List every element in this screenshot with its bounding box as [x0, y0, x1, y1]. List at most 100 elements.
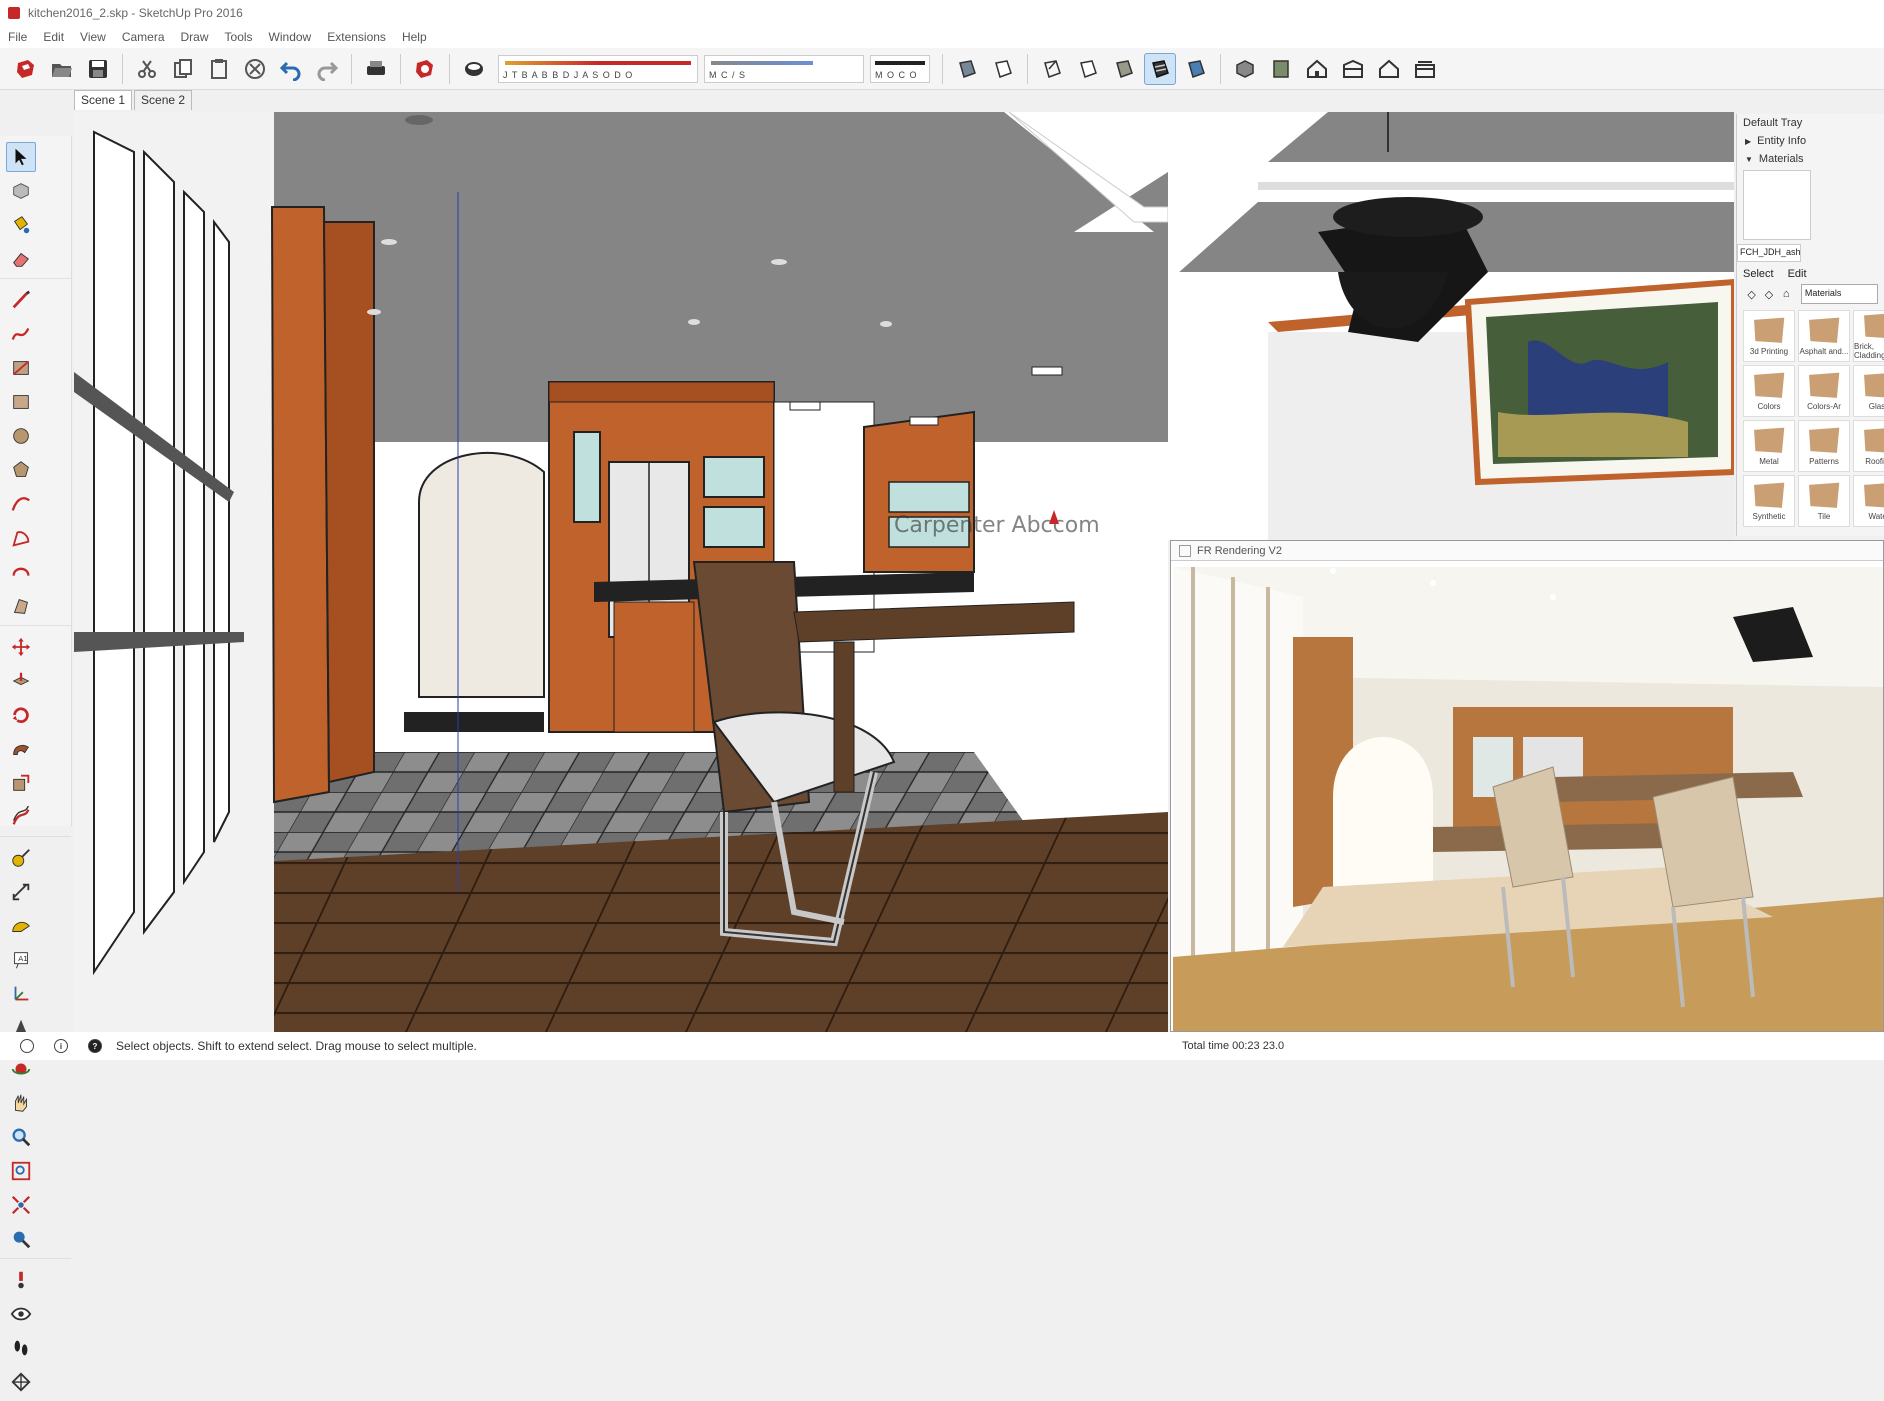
- front-icon[interactable]: [1301, 53, 1333, 85]
- two-point-arc-icon[interactable]: [6, 557, 36, 587]
- wireframe-icon[interactable]: [1036, 53, 1068, 85]
- three-point-arc-icon[interactable]: [6, 591, 36, 621]
- tab-scene-1[interactable]: Scene 1: [74, 90, 133, 110]
- circle-tool-icon[interactable]: [6, 421, 36, 451]
- menu-camera[interactable]: Camera: [114, 30, 173, 44]
- position-camera-icon[interactable]: [6, 1265, 36, 1295]
- menu-extensions[interactable]: Extensions: [319, 30, 394, 44]
- zoom-window-icon[interactable]: [6, 1156, 36, 1186]
- arc-tool-icon[interactable]: [6, 489, 36, 519]
- material-folder[interactable]: Metal: [1743, 420, 1795, 472]
- credits-icon[interactable]: i: [54, 1039, 68, 1053]
- zoom-extents-icon[interactable]: [6, 1190, 36, 1220]
- scale-tool-icon[interactable]: [6, 768, 36, 798]
- open-icon[interactable]: [46, 53, 78, 85]
- zoom-tool-icon[interactable]: [6, 1122, 36, 1152]
- materials-icon[interactable]: [458, 53, 490, 85]
- pan-tool-icon[interactable]: [6, 1088, 36, 1118]
- material-folder[interactable]: Brick, Cladding...: [1853, 310, 1884, 362]
- follow-me-icon[interactable]: [6, 734, 36, 764]
- push-pull-icon[interactable]: [6, 666, 36, 696]
- su-logo-icon[interactable]: [10, 53, 42, 85]
- library-select[interactable]: Materials: [1800, 284, 1878, 304]
- protractor-icon[interactable]: [6, 911, 36, 941]
- back-edges-icon[interactable]: [987, 53, 1019, 85]
- geolocation-icon[interactable]: [20, 1039, 34, 1053]
- iso-icon[interactable]: [1229, 53, 1261, 85]
- forward-arrow-icon[interactable]: ◇: [1760, 285, 1777, 303]
- undo-icon[interactable]: [275, 53, 307, 85]
- text-tool-icon[interactable]: A1: [6, 945, 36, 975]
- rotate-tool-icon[interactable]: [6, 700, 36, 730]
- print-icon[interactable]: [360, 53, 392, 85]
- offset-tool-icon[interactable]: [6, 802, 36, 832]
- help-icon[interactable]: ?: [88, 1039, 102, 1053]
- rotated-rectangle-icon[interactable]: [6, 387, 36, 417]
- save-icon[interactable]: [82, 53, 114, 85]
- tray-section-entity-info[interactable]: ▶ Entity Info: [1737, 132, 1884, 150]
- material-name-field[interactable]: FCH_JDH_ash: [1737, 244, 1801, 262]
- select-tool-icon[interactable]: [6, 142, 36, 172]
- make-component-icon[interactable]: [6, 176, 36, 206]
- model-viewport[interactable]: Carpenter Abccom: [74, 112, 1168, 1032]
- shaded-textures-icon[interactable]: [1144, 52, 1176, 85]
- walk-tool-icon[interactable]: [6, 1333, 36, 1363]
- material-folder[interactable]: Roofing: [1853, 420, 1884, 472]
- hidden-line-icon[interactable]: [1072, 53, 1104, 85]
- menu-window[interactable]: Window: [261, 30, 320, 44]
- material-folder[interactable]: Water: [1853, 475, 1884, 527]
- paint-bucket-icon[interactable]: [6, 210, 36, 240]
- redo-icon[interactable]: [311, 53, 343, 85]
- material-folder[interactable]: Synthetic: [1743, 475, 1795, 527]
- tray-section-materials[interactable]: ▼ Materials: [1737, 150, 1884, 168]
- look-around-icon[interactable]: [6, 1299, 36, 1329]
- left-icon[interactable]: [1409, 53, 1441, 85]
- material-folder[interactable]: Glass: [1853, 365, 1884, 417]
- polygon-tool-icon[interactable]: [6, 455, 36, 485]
- axes-tool-icon[interactable]: [6, 979, 36, 1009]
- render-window-titlebar[interactable]: FR Rendering V2: [1171, 541, 1883, 561]
- top-icon[interactable]: [1265, 53, 1297, 85]
- section-plane-icon[interactable]: [6, 1367, 36, 1397]
- tape-measure-icon[interactable]: [6, 843, 36, 873]
- model-viewport-right[interactable]: [1168, 112, 1734, 540]
- cut-icon[interactable]: [131, 53, 163, 85]
- eraser-icon[interactable]: [6, 244, 36, 274]
- menu-file[interactable]: File: [0, 30, 35, 44]
- menu-draw[interactable]: Draw: [173, 30, 217, 44]
- monochrome-icon[interactable]: [1180, 53, 1212, 85]
- home-icon[interactable]: ⌂: [1778, 285, 1795, 303]
- paste-icon[interactable]: [203, 53, 235, 85]
- model-info-icon[interactable]: [409, 53, 441, 85]
- shaded-icon[interactable]: [1108, 53, 1140, 85]
- xray-icon[interactable]: [951, 53, 983, 85]
- previous-view-icon[interactable]: [6, 1224, 36, 1254]
- back-icon[interactable]: [1373, 53, 1405, 85]
- material-folder[interactable]: Asphalt and...: [1798, 310, 1850, 362]
- tab-scene-2[interactable]: Scene 2: [134, 90, 193, 110]
- rectangle-tool-icon[interactable]: [6, 353, 36, 383]
- material-folder[interactable]: Tile: [1798, 475, 1850, 527]
- style-swatch-1[interactable]: J T B A B B D J A S O D O: [498, 54, 698, 83]
- material-folder[interactable]: Colors: [1743, 365, 1795, 417]
- tab-edit[interactable]: Edit: [1788, 268, 1807, 280]
- menu-tools[interactable]: Tools: [217, 30, 261, 44]
- pie-tool-icon[interactable]: [6, 523, 36, 553]
- tab-select[interactable]: Select: [1743, 268, 1774, 280]
- copy-icon[interactable]: [167, 53, 199, 85]
- right-icon[interactable]: [1337, 53, 1369, 85]
- material-folder[interactable]: Patterns: [1798, 420, 1850, 472]
- style-swatch-3[interactable]: M O C O: [870, 54, 930, 83]
- dimension-tool-icon[interactable]: [6, 877, 36, 907]
- freehand-icon[interactable]: [6, 319, 36, 349]
- erase-icon[interactable]: [239, 53, 271, 85]
- line-tool-icon[interactable]: [6, 285, 36, 315]
- style-swatch-2[interactable]: M C / S: [704, 54, 864, 83]
- menu-view[interactable]: View: [72, 30, 114, 44]
- back-arrow-icon[interactable]: ◇: [1743, 285, 1760, 303]
- menu-edit[interactable]: Edit: [35, 30, 72, 44]
- material-folder[interactable]: 3d Printing: [1743, 310, 1795, 362]
- material-folder[interactable]: Colors-Ar: [1798, 365, 1850, 417]
- menu-help[interactable]: Help: [394, 30, 435, 44]
- move-tool-icon[interactable]: [6, 632, 36, 662]
